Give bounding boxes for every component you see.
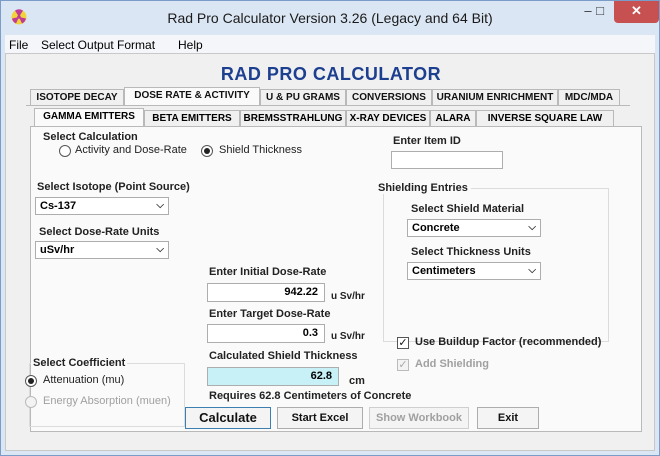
select-calculation-label: Select Calculation: [43, 131, 138, 143]
menu-help[interactable]: Help: [178, 38, 203, 52]
initial-dose-unit: u Sv/hr: [331, 291, 365, 302]
tab-mdc-mda[interactable]: MDC/MDA: [558, 89, 620, 106]
radio-energy-absorption[interactable]: [25, 396, 37, 408]
shield-result-field: 62.8: [207, 367, 339, 386]
radio-energy-absorption-label: Energy Absorption (muen): [43, 395, 171, 407]
thickness-units-value: Centimeters: [412, 265, 476, 277]
tab-conversions[interactable]: CONVERSIONS: [346, 89, 432, 106]
shield-material-select[interactable]: Concrete ⌵: [407, 219, 541, 237]
calculate-button[interactable]: Calculate: [185, 407, 271, 429]
shielding-group-label: Shielding Entries: [375, 182, 471, 194]
menu-file[interactable]: File: [9, 38, 28, 52]
radio-shield-thickness-label: Shield Thickness: [219, 144, 302, 156]
coefficient-label: Select Coefficient: [31, 357, 128, 369]
isotope-select[interactable]: Cs-137 ⌵: [35, 197, 169, 215]
start-excel-button[interactable]: Start Excel: [277, 407, 363, 429]
dose-units-label: Select Dose-Rate Units: [39, 226, 160, 238]
app-title: RAD PRO CALCULATOR: [220, 64, 442, 84]
shield-result-unit: cm: [349, 375, 365, 387]
subtab-beta-emitters[interactable]: BETA EMITTERS: [144, 110, 240, 127]
chevron-down-icon: ⌵: [528, 265, 536, 276]
chevron-down-icon: ⌵: [156, 244, 164, 255]
app-window: Rad Pro Calculator Version 3.26 (Legacy …: [0, 0, 660, 456]
add-shielding-checkbox[interactable]: ✓: [397, 359, 409, 371]
initial-dose-input[interactable]: 942.22: [207, 283, 325, 302]
buildup-checkbox[interactable]: ✓: [397, 337, 409, 349]
chevron-down-icon: ⌵: [156, 200, 164, 211]
tab-isotope-decay[interactable]: ISOTOPE DECAY: [30, 89, 124, 106]
menu-bar: File Select Output Format Help: [5, 35, 655, 53]
close-button[interactable]: ✕: [614, 1, 659, 23]
add-shielding-label: Add Shielding: [415, 358, 489, 370]
tab-divider: [26, 105, 630, 106]
buildup-label: Use Buildup Factor (recommended): [415, 336, 602, 348]
radio-shield-thickness[interactable]: [201, 145, 213, 157]
shield-material-label: Select Shield Material: [411, 203, 525, 215]
subtab-inverse-square-law[interactable]: INVERSE SQUARE LAW: [476, 110, 614, 127]
isotope-value: Cs-137: [40, 200, 77, 212]
radio-activity-dose-rate-label: Activity and Dose-Rate: [75, 144, 187, 156]
thickness-units-select[interactable]: Centimeters ⌵: [407, 262, 541, 280]
item-id-input[interactable]: [391, 151, 503, 169]
item-id-label: Enter Item ID: [393, 135, 461, 147]
dose-units-select[interactable]: uSv/hr ⌵: [35, 241, 169, 259]
chevron-down-icon: ⌵: [528, 222, 536, 233]
menu-select-output-format[interactable]: Select Output Format: [41, 38, 155, 52]
subtab-alara[interactable]: ALARA: [430, 110, 476, 127]
radio-activity-dose-rate[interactable]: [59, 145, 71, 157]
target-dose-label: Enter Target Dose-Rate: [209, 308, 331, 320]
tab-dose-rate-activity[interactable]: DOSE RATE & ACTIVITY: [124, 87, 260, 106]
gamma-emitters-panel: Select Calculation Activity and Dose-Rat…: [25, 126, 642, 432]
subtab-bremsstrahlung[interactable]: BREMSSTRAHLUNG: [240, 110, 346, 127]
thickness-units-label: Select Thickness Units: [411, 246, 531, 258]
subtab-x-ray-devices[interactable]: X-RAY DEVICES: [346, 110, 430, 127]
window-title: Rad Pro Calculator Version 3.26 (Legacy …: [167, 10, 493, 26]
title-bar[interactable]: Rad Pro Calculator Version 3.26 (Legacy …: [1, 1, 659, 33]
tab-u-pu-grams[interactable]: U & PU GRAMS: [260, 89, 346, 106]
shield-result-label: Calculated Shield Thickness: [209, 350, 358, 362]
shield-result-note: Requires 62.8 Centimeters of Concrete: [209, 390, 412, 402]
client-area: RAD PRO CALCULATOR ISOTOPE DECAY DOSE RA…: [5, 53, 655, 451]
isotope-label: Select Isotope (Point Source): [37, 181, 190, 193]
dose-units-value: uSv/hr: [40, 244, 75, 256]
maximize-button[interactable]: □: [587, 1, 613, 23]
target-dose-input[interactable]: 0.3: [207, 324, 325, 343]
target-dose-unit: u Sv/hr: [331, 331, 365, 342]
radio-attenuation[interactable]: [25, 375, 37, 387]
radio-attenuation-label: Attenuation (mu): [43, 374, 125, 386]
tab-uranium-enrichment[interactable]: URANIUM ENRICHMENT: [432, 89, 558, 106]
exit-button[interactable]: Exit: [477, 407, 539, 429]
subtab-gamma-emitters[interactable]: GAMMA EMITTERS: [34, 108, 144, 126]
initial-dose-label: Enter Initial Dose-Rate: [209, 266, 327, 278]
shield-material-value: Concrete: [412, 222, 460, 234]
show-workbook-button[interactable]: Show Workbook: [369, 407, 469, 429]
